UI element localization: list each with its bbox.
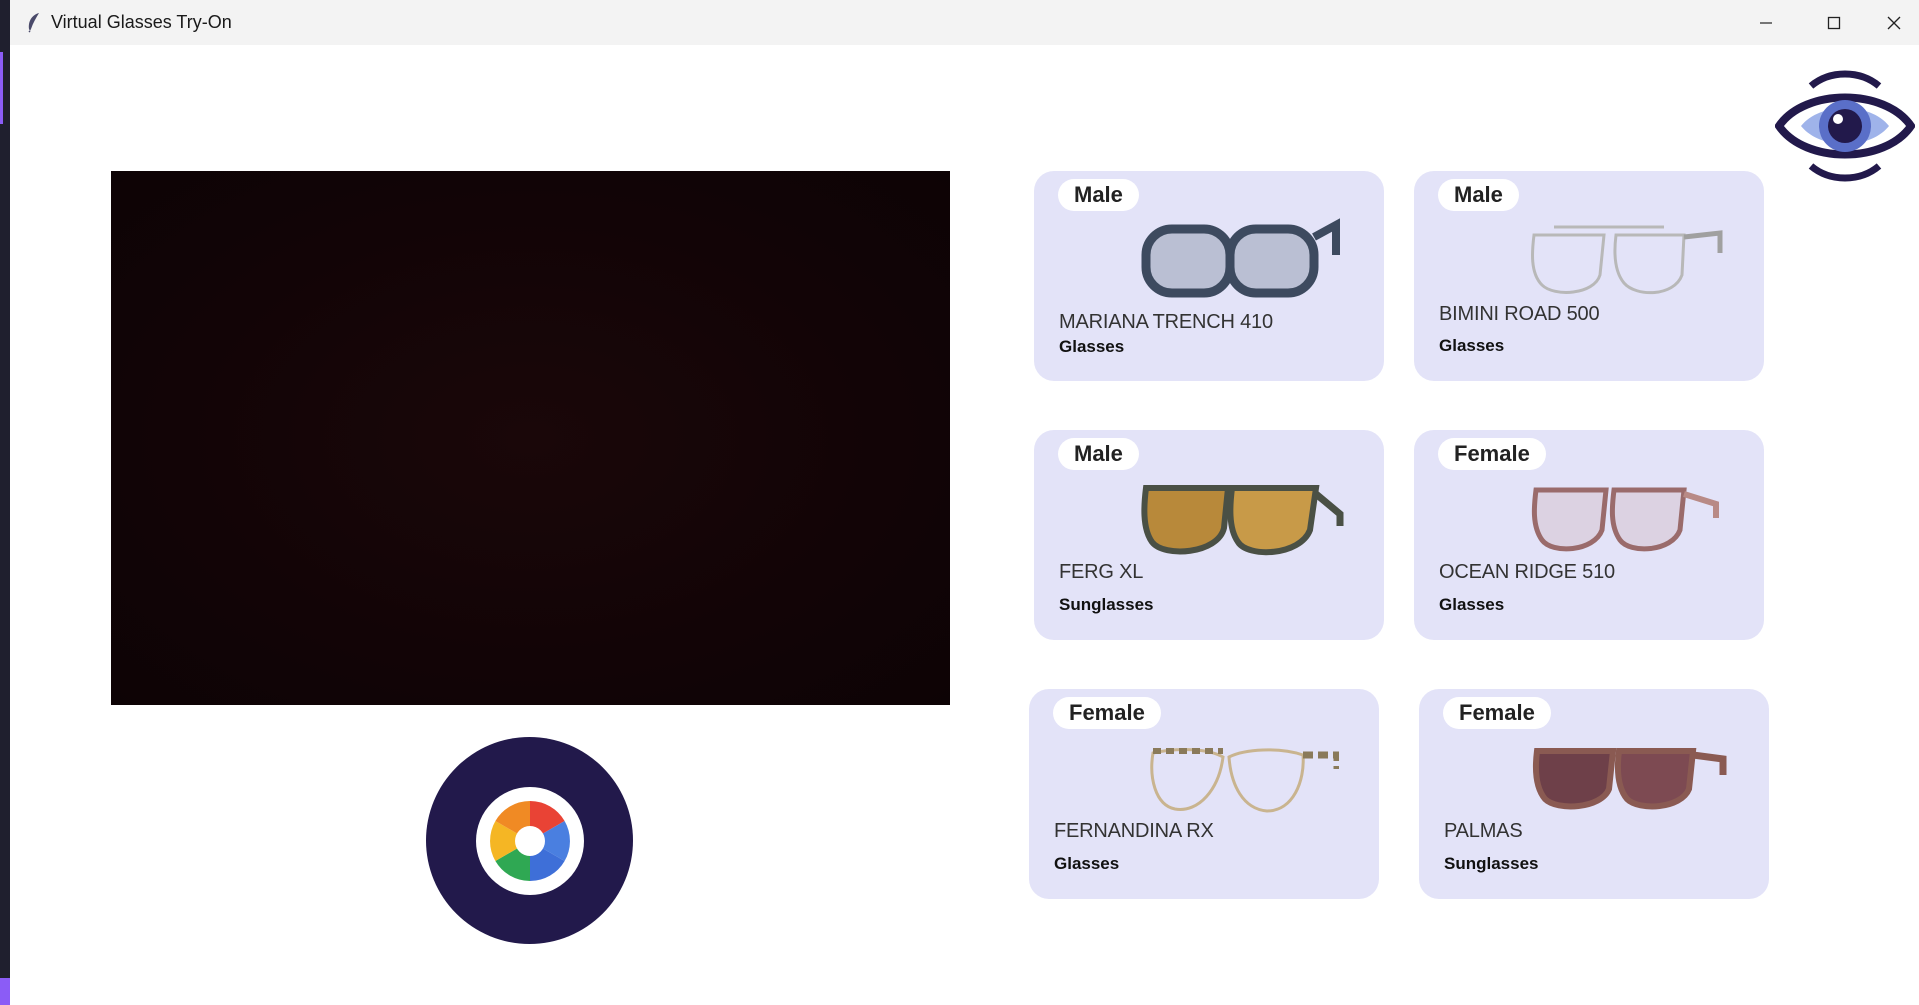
glasses-image [1141,218,1340,298]
product-type: Sunglasses [1444,854,1539,873]
camera-shutter-icon [489,800,570,881]
capture-button-inner [475,786,584,895]
gender-badge: Female [1443,697,1551,729]
product-name: FERG XL [1059,561,1144,583]
maximize-icon [1827,16,1841,29]
maximize-button[interactable] [1800,0,1868,45]
camera-preview [111,171,950,705]
product-card-ferg-xl[interactable]: Male FERG XL Sunglasses [1034,430,1384,640]
product-card-ocean-ridge[interactable]: Female OCEAN RIDGE 510 Glasses [1414,430,1764,640]
product-name: PALMAS [1444,820,1523,842]
product-name: MARIANA TRENCH 410 [1059,311,1273,333]
taskbar-accent [0,978,10,1005]
glasses-image [1530,225,1723,295]
product-type: Glasses [1439,336,1505,355]
eye-icon [1775,70,1915,182]
capture-button[interactable] [426,737,633,944]
minimize-button[interactable] [1732,0,1800,45]
desktop-edge [0,0,10,1005]
gender-badge: Female [1438,438,1546,470]
gender-badge: Female [1053,697,1161,729]
glasses-image [1150,748,1339,813]
gender-badge: Male [1058,438,1139,470]
product-type: Sunglasses [1059,595,1154,614]
gender-badge: Male [1058,179,1139,211]
product-name: BIMINI ROAD 500 [1439,303,1600,325]
glasses-image [1531,487,1719,552]
product-card-mariana-trench[interactable]: Male MARIANA TRENCH 410 Glasses [1034,171,1384,381]
window-title: Virtual Glasses Try-On [51,12,232,32]
app-window: Virtual Glasses Try-On Male MARIANA TREN… [10,0,1919,1005]
taskbar-accent [0,52,3,124]
title-bar[interactable]: Virtual Glasses Try-On [10,0,1919,45]
product-name: OCEAN RIDGE 510 [1439,561,1615,583]
product-type: Glasses [1439,595,1505,614]
product-type: Glasses [1054,854,1120,873]
minimize-icon [1760,21,1772,24]
glasses-image [1533,748,1727,810]
product-type: Glasses [1059,337,1125,356]
product-card-palmas[interactable]: Female PALMAS Sunglasses [1419,689,1769,899]
product-name: FERNANDINA RX [1054,820,1214,842]
glasses-image [1141,485,1344,556]
gender-badge: Male [1438,179,1519,211]
product-card-fernandina-rx[interactable]: Female FERNANDINA RX Glasses [1029,689,1379,899]
feather-icon [28,13,39,33]
close-icon [1887,16,1900,29]
product-card-bimini-road[interactable]: Male BIMINI ROAD 500 Glasses [1414,171,1764,381]
close-button[interactable] [1868,0,1919,45]
